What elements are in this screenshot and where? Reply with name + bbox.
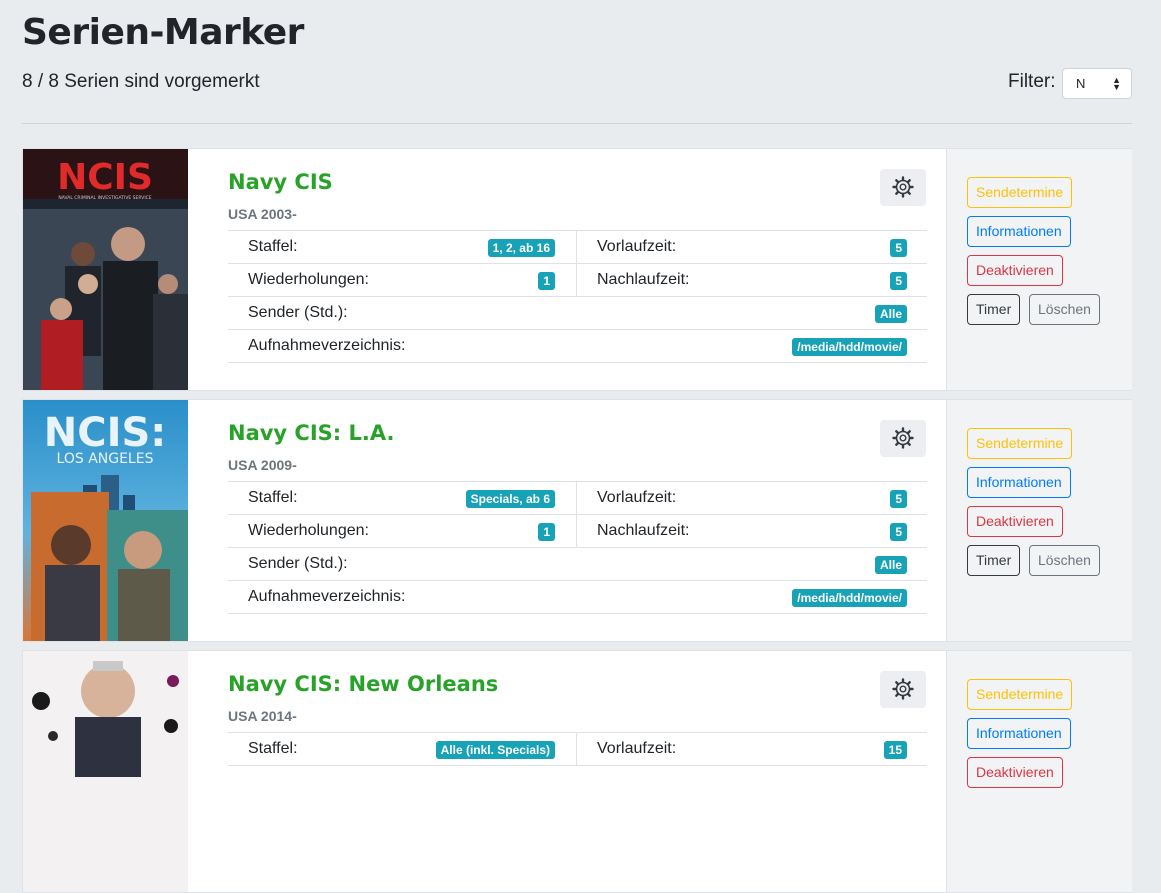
- sender-badge: Alle: [874, 556, 907, 574]
- select-arrows-icon: ▲ ▼: [1112, 75, 1121, 92]
- settings-button[interactable]: [880, 169, 926, 206]
- aufnahme-label: Aufnahmeverzeichnis:: [248, 337, 406, 354]
- header-divider: [22, 123, 1132, 124]
- gear-icon: [892, 678, 914, 700]
- wiederholungen-badge: 1: [538, 272, 555, 290]
- sendetermine-button[interactable]: Sendetermine: [967, 679, 1073, 710]
- staffel-label: Staffel:: [248, 238, 298, 255]
- sendetermine-button[interactable]: Sendetermine: [967, 428, 1073, 459]
- gear-icon: [892, 176, 914, 198]
- series-poster: NCIS: LOS ANGELES: [23, 400, 188, 641]
- deaktivieren-button[interactable]: Deaktivieren: [967, 757, 1063, 788]
- staffel-label: Staffel:: [248, 740, 298, 757]
- vorlauf-label: Vorlaufzeit:: [597, 489, 677, 506]
- informationen-button[interactable]: Informationen: [967, 718, 1071, 749]
- poster-logo: NCIS:: [44, 410, 167, 456]
- sender-label: Sender (Std.):: [248, 555, 348, 572]
- informationen-button[interactable]: Informationen: [967, 467, 1071, 498]
- table-row: Staffel: 1, 2, ab 16 Vorlaufzeit: 5: [228, 231, 927, 264]
- series-title[interactable]: Navy CIS: New Orleans: [228, 672, 498, 696]
- wiederholungen-label: Wiederholungen:: [248, 522, 369, 539]
- filter-select[interactable]: N ▲ ▼: [1062, 68, 1132, 99]
- series-poster: NCIS NAVAL CRIMINAL INVESTIGATIVE SERVIC…: [23, 149, 188, 390]
- informationen-button[interactable]: Informationen: [967, 216, 1071, 247]
- poster-tagline: LOS ANGELES: [57, 451, 154, 467]
- aufnahme-badge: /media/hdd/movie/: [792, 589, 907, 607]
- series-year: USA 2009-: [228, 457, 297, 473]
- vorlauf-label: Vorlaufzeit:: [597, 238, 677, 255]
- table-row: Aufnahmeverzeichnis: /media/hdd/movie/: [228, 581, 927, 614]
- settings-button[interactable]: [880, 671, 926, 708]
- table-row: Sender (Std.): Alle: [228, 548, 927, 581]
- table-row: Staffel: Specials, ab 6 Vorlaufzeit: 5: [228, 482, 927, 515]
- staffel-badge: 1, 2, ab 16: [487, 239, 555, 257]
- staffel-badge: Specials, ab 6: [465, 490, 555, 508]
- sender-badge: Alle: [874, 305, 907, 323]
- series-info-table: Staffel: 1, 2, ab 16 Vorlaufzeit: 5 Wied…: [228, 230, 927, 379]
- staffel-badge: Alle (inkl. Specials): [435, 741, 555, 759]
- nachlauf-badge: 5: [890, 523, 907, 541]
- filter-label: Filter:: [1008, 71, 1056, 92]
- page-title: Serien-Marker: [22, 12, 304, 53]
- series-actions: Sendetermine Informationen Deaktivieren …: [946, 149, 1132, 390]
- aufnahme-badge: /media/hdd/movie/: [792, 338, 907, 356]
- series-card: NCIS NAVAL CRIMINAL INVESTIGATIVE SERVIC…: [22, 148, 1132, 391]
- table-row: Wiederholungen: 1 Nachlaufzeit: 5: [228, 264, 927, 297]
- nachlauf-label: Nachlaufzeit:: [597, 271, 690, 288]
- deaktivieren-button[interactable]: Deaktivieren: [967, 255, 1063, 286]
- nachlauf-label: Nachlaufzeit:: [597, 522, 690, 539]
- filter-value: N: [1076, 76, 1086, 91]
- vorlauf-badge: 15: [883, 741, 907, 759]
- poster-logo: NCIS: [57, 157, 153, 198]
- timer-button[interactable]: Timer: [967, 545, 1021, 576]
- series-count: 8 / 8 Serien sind vorgemerkt: [22, 71, 260, 92]
- nachlauf-badge: 5: [890, 272, 907, 290]
- table-row: Aufnahmeverzeichnis: /media/hdd/movie/: [228, 330, 927, 363]
- staffel-label: Staffel:: [248, 489, 298, 506]
- series-actions: Sendetermine Informationen Deaktivieren …: [946, 400, 1132, 641]
- vorlauf-label: Vorlaufzeit:: [597, 740, 677, 757]
- series-title[interactable]: Navy CIS: L.A.: [228, 421, 394, 445]
- table-row: Staffel: Alle (inkl. Specials) Vorlaufze…: [228, 733, 927, 766]
- poster-tagline: NAVAL CRIMINAL INVESTIGATIVE SERVICE: [58, 195, 151, 201]
- deaktivieren-button[interactable]: Deaktivieren: [967, 506, 1063, 537]
- timer-button[interactable]: Timer: [967, 294, 1021, 325]
- sendetermine-button[interactable]: Sendetermine: [967, 177, 1073, 208]
- series-info-table: Staffel: Specials, ab 6 Vorlaufzeit: 5 W…: [228, 481, 927, 630]
- wiederholungen-badge: 1: [538, 523, 555, 541]
- series-year: USA 2003-: [228, 206, 297, 222]
- wiederholungen-label: Wiederholungen:: [248, 271, 369, 288]
- series-poster: [23, 651, 188, 892]
- series-info-table: Staffel: Alle (inkl. Specials) Vorlaufze…: [228, 732, 927, 881]
- gear-icon: [892, 427, 914, 449]
- series-actions: Sendetermine Informationen Deaktivieren: [946, 651, 1132, 892]
- sender-label: Sender (Std.):: [248, 304, 348, 321]
- loeschen-button[interactable]: Löschen: [1029, 545, 1100, 576]
- table-row: Sender (Std.): Alle: [228, 297, 927, 330]
- series-card: Navy CIS: New Orleans USA 2014- Staffel:…: [22, 650, 1132, 893]
- vorlauf-badge: 5: [890, 490, 907, 508]
- vorlauf-badge: 5: [890, 239, 907, 257]
- table-row: Wiederholungen: 1 Nachlaufzeit: 5: [228, 515, 927, 548]
- series-year: USA 2014-: [228, 708, 297, 724]
- series-card: NCIS: LOS ANGELES Navy CIS: L.A. USA 200…: [22, 399, 1132, 642]
- aufnahme-label: Aufnahmeverzeichnis:: [248, 588, 406, 605]
- loeschen-button[interactable]: Löschen: [1029, 294, 1100, 325]
- settings-button[interactable]: [880, 420, 926, 457]
- series-title[interactable]: Navy CIS: [228, 170, 333, 194]
